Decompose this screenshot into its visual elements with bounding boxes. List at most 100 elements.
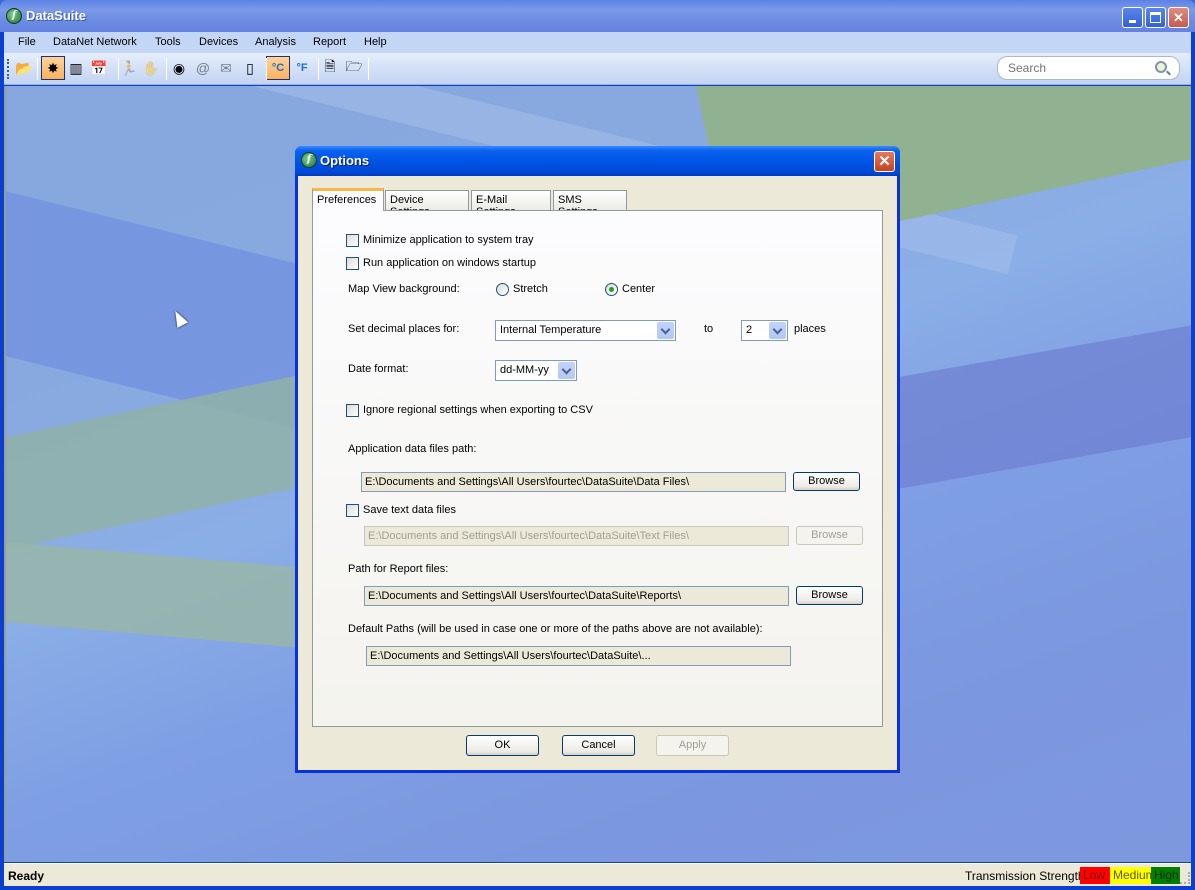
data-path-browse-button[interactable]: Browse — [793, 472, 860, 491]
minimize-to-tray-label: Minimize application to system tray — [363, 234, 534, 246]
camera-button[interactable]: ◉ — [167, 56, 191, 80]
chevron-down-icon[interactable] — [769, 322, 786, 339]
decimal-places-value: 2 — [746, 324, 753, 336]
sms-button: ✉ — [214, 56, 238, 80]
dialog-close-button[interactable]: ✕ — [874, 151, 895, 172]
decimal-field-select[interactable]: Internal Temperature — [495, 320, 676, 341]
readout-button[interactable]: ▥ — [64, 56, 88, 80]
minimize-to-tray-checkbox[interactable] — [346, 234, 359, 247]
date-format-value: dd-MM-yy — [500, 364, 549, 376]
chevron-down-icon[interactable] — [558, 362, 575, 379]
run-on-startup-checkbox[interactable] — [346, 257, 359, 270]
tab-device-settings[interactable]: Device Settings — [385, 190, 469, 218]
toolbar-separator — [166, 58, 167, 80]
toolbar-separator — [318, 58, 319, 80]
readout-icon: ▥ — [69, 59, 83, 76]
datasuite-logo-icon: f — [301, 152, 317, 168]
tab-email-settings[interactable]: E-Mail Settings — [471, 190, 551, 218]
datasuite-logo-icon: f — [6, 8, 22, 24]
cancel-button[interactable]: Cancel — [562, 735, 635, 756]
report-path-field[interactable]: E:\Documents and Settings\All Users\four… — [364, 586, 789, 606]
places-label: places — [794, 323, 826, 335]
save-text-checkbox[interactable] — [346, 504, 359, 517]
default-paths-label: Default Paths (will be used in case one … — [348, 623, 763, 635]
tab-sms-settings[interactable]: SMS Settings — [553, 190, 627, 218]
transmission-low-badge: Low — [1080, 867, 1110, 884]
report-settings-icon: 🗎 — [324, 58, 336, 74]
stretch-label: Stretch — [513, 283, 548, 295]
camera-icon: ◉ — [172, 59, 186, 76]
title-bar: f DataSuite ✕ — [0, 0, 1195, 32]
decimal-field-value: Internal Temperature — [500, 324, 602, 336]
dialog-title-bar[interactable]: f Options ✕ — [295, 146, 900, 176]
menu-devices[interactable]: Devices — [199, 36, 238, 48]
toolbar-separator — [37, 58, 38, 80]
close-icon: ✕ — [1173, 10, 1184, 25]
fahrenheit-icon: °F — [296, 62, 308, 74]
save-text-label: Save text data files — [363, 504, 456, 516]
menu-bar: File DataNet Network Tools Devices Analy… — [4, 32, 1191, 53]
minimize-button[interactable] — [1122, 7, 1143, 28]
run-icon: 🏃 — [120, 59, 138, 76]
toolbar-separator — [266, 58, 267, 80]
stop-button: ✋ — [139, 56, 163, 80]
decimal-places-label: Set decimal places for: — [348, 323, 460, 335]
text-path-browse-button: Browse — [796, 526, 863, 545]
transmission-high-badge: High — [1151, 867, 1180, 884]
menu-datanet-network[interactable]: DataNet Network — [53, 36, 137, 48]
menu-file[interactable]: File — [18, 36, 36, 48]
report-open-button[interactable]: 🗁 — [342, 56, 366, 80]
fahrenheit-button[interactable]: °F — [290, 56, 314, 80]
email-button: @ — [191, 56, 215, 80]
menu-report[interactable]: Report — [313, 36, 346, 48]
run-on-startup-label: Run application on windows startup — [363, 257, 537, 269]
dialog-title: Options — [320, 153, 370, 168]
to-label: to — [704, 323, 714, 335]
toolbar: 📂 ✸ ▥ 📅 🏃 ✋ ◉ @ ✉ ▯ °C °F 🗎 🗁 — [4, 53, 1191, 85]
transmission-strength-label: Transmission Strength: — [965, 869, 1088, 883]
stretch-radio[interactable] — [496, 283, 509, 296]
status-text: Ready — [8, 869, 45, 883]
data-path-label: Application data files path: — [348, 443, 477, 455]
menu-tools[interactable]: Tools — [155, 36, 181, 48]
celsius-button[interactable]: °C — [266, 56, 290, 80]
open-button[interactable]: 📂 — [12, 56, 36, 80]
menu-analysis[interactable]: Analysis — [255, 36, 296, 48]
search-input[interactable] — [1008, 61, 1148, 75]
tab-preferences[interactable]: Preferences — [312, 188, 384, 211]
ignore-regional-label: Ignore regional settings when exporting … — [363, 404, 593, 416]
decimal-places-select[interactable]: 2 — [741, 320, 788, 341]
search-box[interactable] — [997, 56, 1180, 80]
toolbar-separator — [118, 58, 119, 80]
menu-help[interactable]: Help — [364, 36, 387, 48]
open-icon: 📂 — [15, 59, 33, 76]
ignore-regional-checkbox[interactable] — [346, 404, 359, 417]
network-star-button[interactable]: ✸ — [41, 56, 65, 80]
sms-icon: ✉ — [220, 59, 232, 76]
email-icon: @ — [195, 60, 211, 76]
network-star-icon: ✸ — [47, 59, 59, 76]
report-settings-button[interactable]: 🗎 — [318, 56, 342, 80]
toolbar-grip[interactable] — [7, 59, 9, 79]
center-label: Center — [622, 283, 656, 295]
preferences-panel: Minimize application to system tray Run … — [312, 210, 883, 727]
phone-icon: ▯ — [246, 59, 254, 76]
calendar-button[interactable]: 📅 — [87, 56, 111, 80]
search-icon[interactable] — [1155, 61, 1167, 73]
date-format-select[interactable]: dd-MM-yy — [495, 360, 577, 381]
status-bar: Ready Transmission Strength: Low Medium … — [4, 863, 1191, 886]
chevron-down-icon[interactable] — [657, 322, 674, 339]
resize-grip[interactable] — [1180, 872, 1190, 884]
ok-button[interactable]: OK — [466, 735, 539, 756]
data-path-field[interactable]: E:\Documents and Settings\All Users\four… — [361, 472, 786, 492]
text-path-field: E:\Documents and Settings\All Users\four… — [364, 526, 789, 546]
close-button[interactable]: ✕ — [1168, 7, 1189, 28]
report-path-browse-button[interactable]: Browse — [796, 586, 863, 605]
maximize-button[interactable] — [1145, 7, 1166, 28]
center-radio[interactable] — [605, 283, 618, 296]
options-dialog: f Options ✕ Preferences Device Settings … — [295, 146, 900, 773]
report-open-icon: 🗁 — [345, 58, 363, 74]
celsius-icon: °C — [271, 62, 285, 74]
apply-button: Apply — [656, 735, 729, 756]
phone-button[interactable]: ▯ — [238, 56, 262, 80]
